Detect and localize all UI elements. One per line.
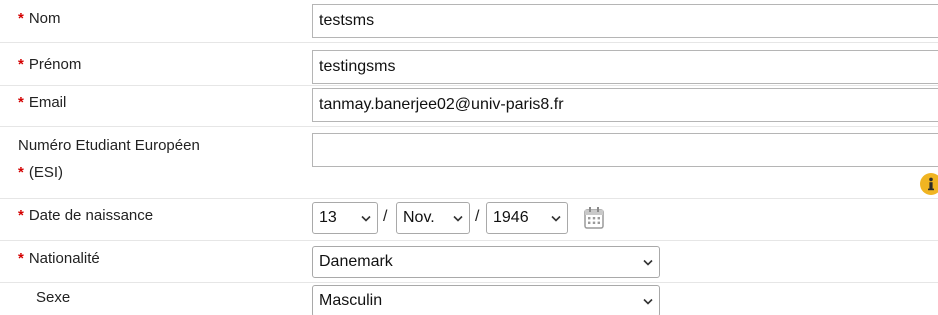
date-naissance-label-text: Date de naissance (28, 207, 154, 224)
nationalite-value: Danemark (319, 253, 393, 270)
required-marker: * (18, 207, 24, 224)
chevron-down-icon (643, 286, 653, 315)
required-marker: * (18, 56, 24, 73)
nom-label: * Nom (18, 10, 61, 27)
esi-label-line1: Numéro Etudiant Européen (18, 137, 200, 154)
row-divider (0, 282, 938, 283)
nationalite-label: * Nationalité (18, 250, 100, 267)
nom-label-text: Nom (28, 10, 61, 27)
birth-month-value: Nov. (403, 209, 435, 226)
info-glyph (928, 177, 934, 191)
esi-input[interactable] (312, 133, 938, 167)
chevron-down-icon (643, 247, 653, 277)
sexe-label: Sexe (36, 289, 71, 306)
required-marker: * (18, 164, 24, 181)
email-label-text: Email (28, 94, 67, 111)
birth-year-select[interactable]: 1946 (486, 202, 568, 234)
required-marker: * (18, 250, 24, 267)
row-divider (0, 85, 938, 86)
birth-month-select[interactable]: Nov. (396, 202, 470, 234)
row-divider (0, 198, 938, 199)
date-separator: / (475, 208, 480, 225)
chevron-down-icon (453, 203, 463, 233)
birth-day-value: 13 (319, 209, 337, 226)
calendar-icon[interactable] (582, 205, 606, 236)
esi-label-text: (ESI) (28, 164, 64, 181)
nationalite-label-text: Nationalité (28, 250, 100, 267)
sexe-value: Masculin (319, 292, 383, 309)
nationalite-select[interactable]: Danemark (312, 246, 660, 278)
prenom-label-text: Prénom (28, 56, 82, 73)
info-icon[interactable] (920, 173, 938, 195)
row-divider (0, 126, 938, 127)
date-separator: / (383, 208, 388, 225)
row-divider (0, 42, 938, 43)
nom-input[interactable]: testsms (312, 4, 938, 38)
email-input[interactable]: tanmay.banerjee02@univ-paris8.fr (312, 88, 938, 122)
required-marker: * (18, 10, 24, 27)
birth-year-value: 1946 (493, 209, 529, 226)
date-naissance-label: * Date de naissance (18, 207, 153, 224)
email-label: * Email (18, 94, 66, 111)
prenom-label: * Prénom (18, 56, 81, 73)
esi-label-line2: * (ESI) (18, 164, 63, 181)
prenom-input[interactable]: testingsms (312, 50, 938, 84)
chevron-down-icon (361, 203, 371, 233)
student-registration-form: * Nom testsms * Prénom testingsms * Email t… (0, 0, 938, 315)
sexe-select[interactable]: Masculin (312, 285, 660, 315)
chevron-down-icon (551, 203, 561, 233)
row-divider (0, 240, 938, 241)
birth-day-select[interactable]: 13 (312, 202, 378, 234)
required-marker: * (18, 94, 24, 111)
